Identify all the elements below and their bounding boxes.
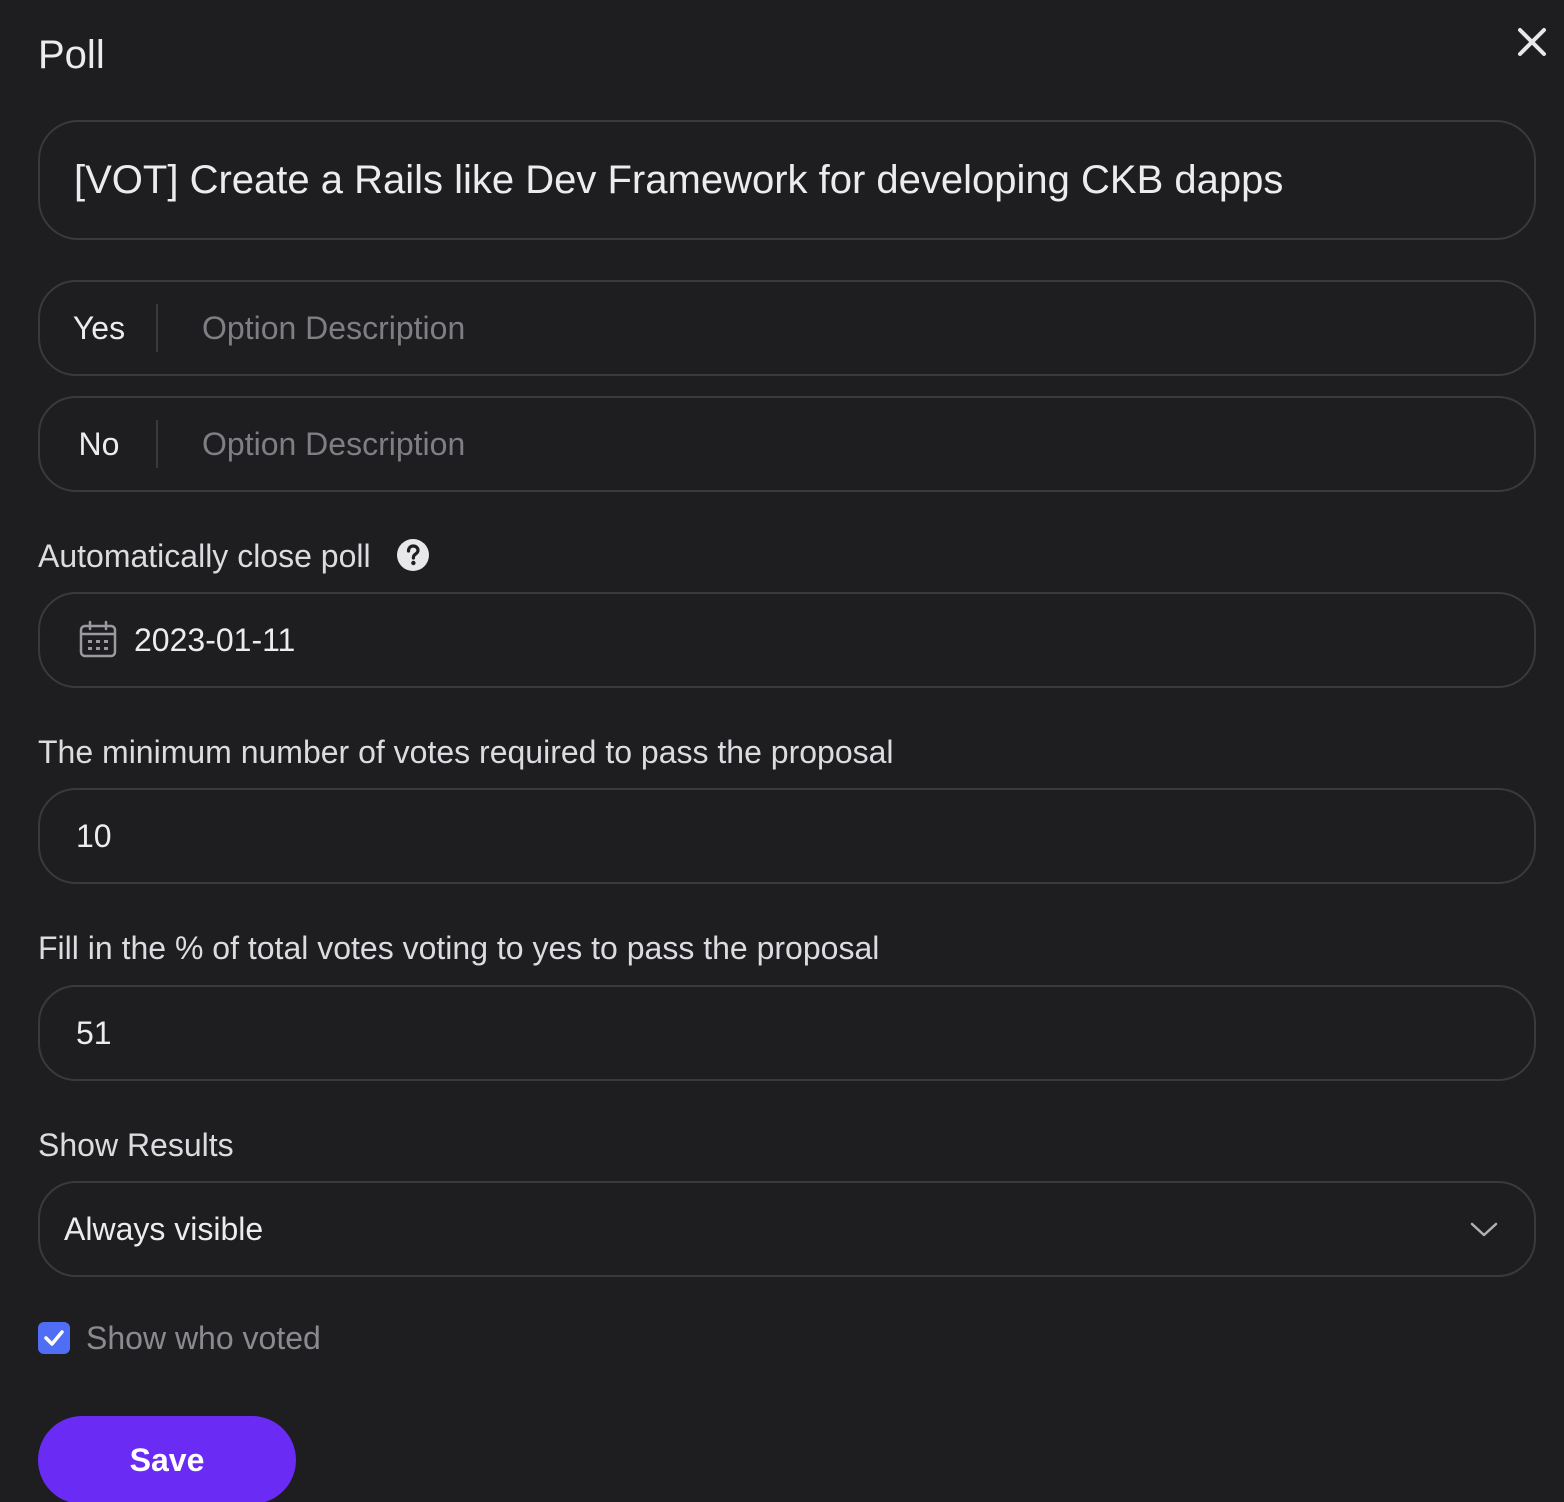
show-results-label: Show Results — [38, 1127, 234, 1163]
option-no-row[interactable]: No Option Description — [38, 396, 1536, 492]
dialog-title: Poll — [38, 33, 105, 77]
min-votes-value: 10 — [76, 818, 112, 854]
poll-dialog: Poll [VOT] Create a Rails like Dev Frame… — [0, 0, 1564, 1502]
option-divider — [156, 420, 158, 468]
option-description-input[interactable]: Option Description — [202, 398, 465, 490]
help-circle-icon[interactable] — [396, 538, 430, 572]
show-results-select[interactable]: Always visible — [38, 1181, 1536, 1277]
option-description-input[interactable]: Option Description — [202, 282, 465, 374]
pass-percent-label: Fill in the % of total votes voting to y… — [38, 930, 880, 966]
auto-close-label: Automatically close poll — [38, 538, 371, 574]
close-date-input[interactable]: 2023-01-11 — [38, 592, 1536, 688]
chevron-down-icon — [1468, 1213, 1500, 1245]
min-votes-input[interactable]: 10 — [38, 788, 1536, 884]
question-text: [VOT] Create a Rails like Dev Framework … — [74, 158, 1284, 202]
save-button[interactable]: Save — [38, 1416, 296, 1502]
question-input[interactable]: [VOT] Create a Rails like Dev Framework … — [38, 120, 1536, 240]
calendar-icon — [78, 620, 118, 660]
pass-percent-input[interactable]: 51 — [38, 985, 1536, 1081]
pass-percent-value: 51 — [76, 1015, 112, 1051]
show-results-value: Always visible — [64, 1211, 264, 1247]
close-icon[interactable] — [1510, 22, 1554, 66]
show-who-voted-label[interactable]: Show who voted — [86, 1318, 321, 1358]
option-yes-row[interactable]: Yes Option Description — [38, 280, 1536, 376]
close-date-value: 2023-01-11 — [134, 622, 296, 658]
show-who-voted-checkbox[interactable] — [38, 1322, 70, 1354]
check-icon — [44, 1330, 64, 1346]
option-label-yes: Yes — [72, 310, 126, 346]
option-label-no: No — [78, 426, 120, 462]
min-votes-label: The minimum number of votes required to … — [38, 734, 894, 770]
option-divider — [156, 304, 158, 352]
